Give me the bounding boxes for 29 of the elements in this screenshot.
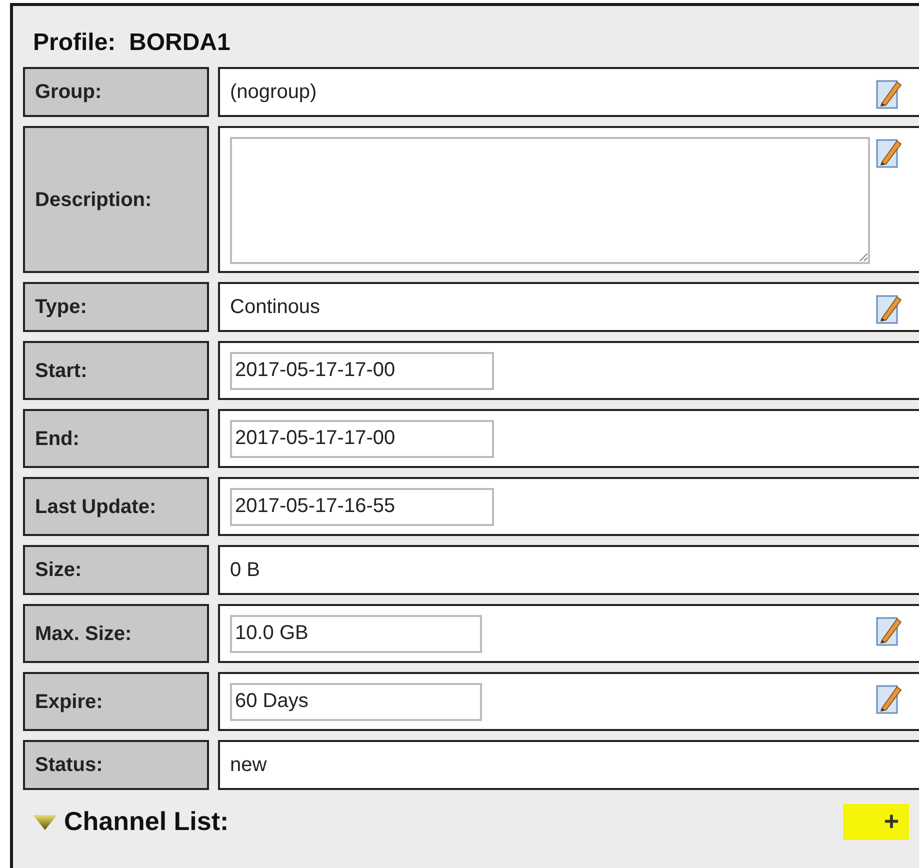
field-value: (nogroup) <box>230 80 317 105</box>
field-label: Status: <box>23 740 209 790</box>
field-value: Continous <box>230 295 320 320</box>
field-label: Type: <box>23 282 209 332</box>
field-label: Max. Size: <box>23 604 209 663</box>
collapse-triangle-icon[interactable] <box>32 812 58 830</box>
section-title: Channel List: <box>64 805 229 838</box>
field-label: Expire: <box>23 672 209 731</box>
field-label: Group: <box>23 67 209 117</box>
edit-icon[interactable] <box>876 293 902 325</box>
field-label: Start: <box>23 341 209 400</box>
add-button[interactable]: + <box>843 804 909 840</box>
edit-icon[interactable] <box>876 78 902 110</box>
edit-icon[interactable] <box>876 615 902 647</box>
field-label: Last Update: <box>23 477 209 536</box>
description-field[interactable] <box>230 137 870 264</box>
edit-icon[interactable] <box>876 137 902 169</box>
input-field[interactable]: 10.0 GB <box>230 614 482 652</box>
field-value: new <box>230 753 267 778</box>
input-field[interactable]: 60 Days <box>230 682 482 720</box>
field-label: Size: <box>23 545 209 595</box>
input-field[interactable]: 2017-05-17-17-00 <box>230 352 494 390</box>
input-field[interactable]: 2017-05-17-17-00 <box>230 420 494 458</box>
profile-title: Profile: BORDA1 <box>33 28 232 58</box>
field-label: Description: <box>23 126 209 273</box>
field-label: End: <box>23 409 209 468</box>
field-value: 0 B <box>230 558 260 583</box>
edit-icon[interactable] <box>876 683 902 715</box>
input-field[interactable]: 2017-05-17-16-55 <box>230 488 494 526</box>
